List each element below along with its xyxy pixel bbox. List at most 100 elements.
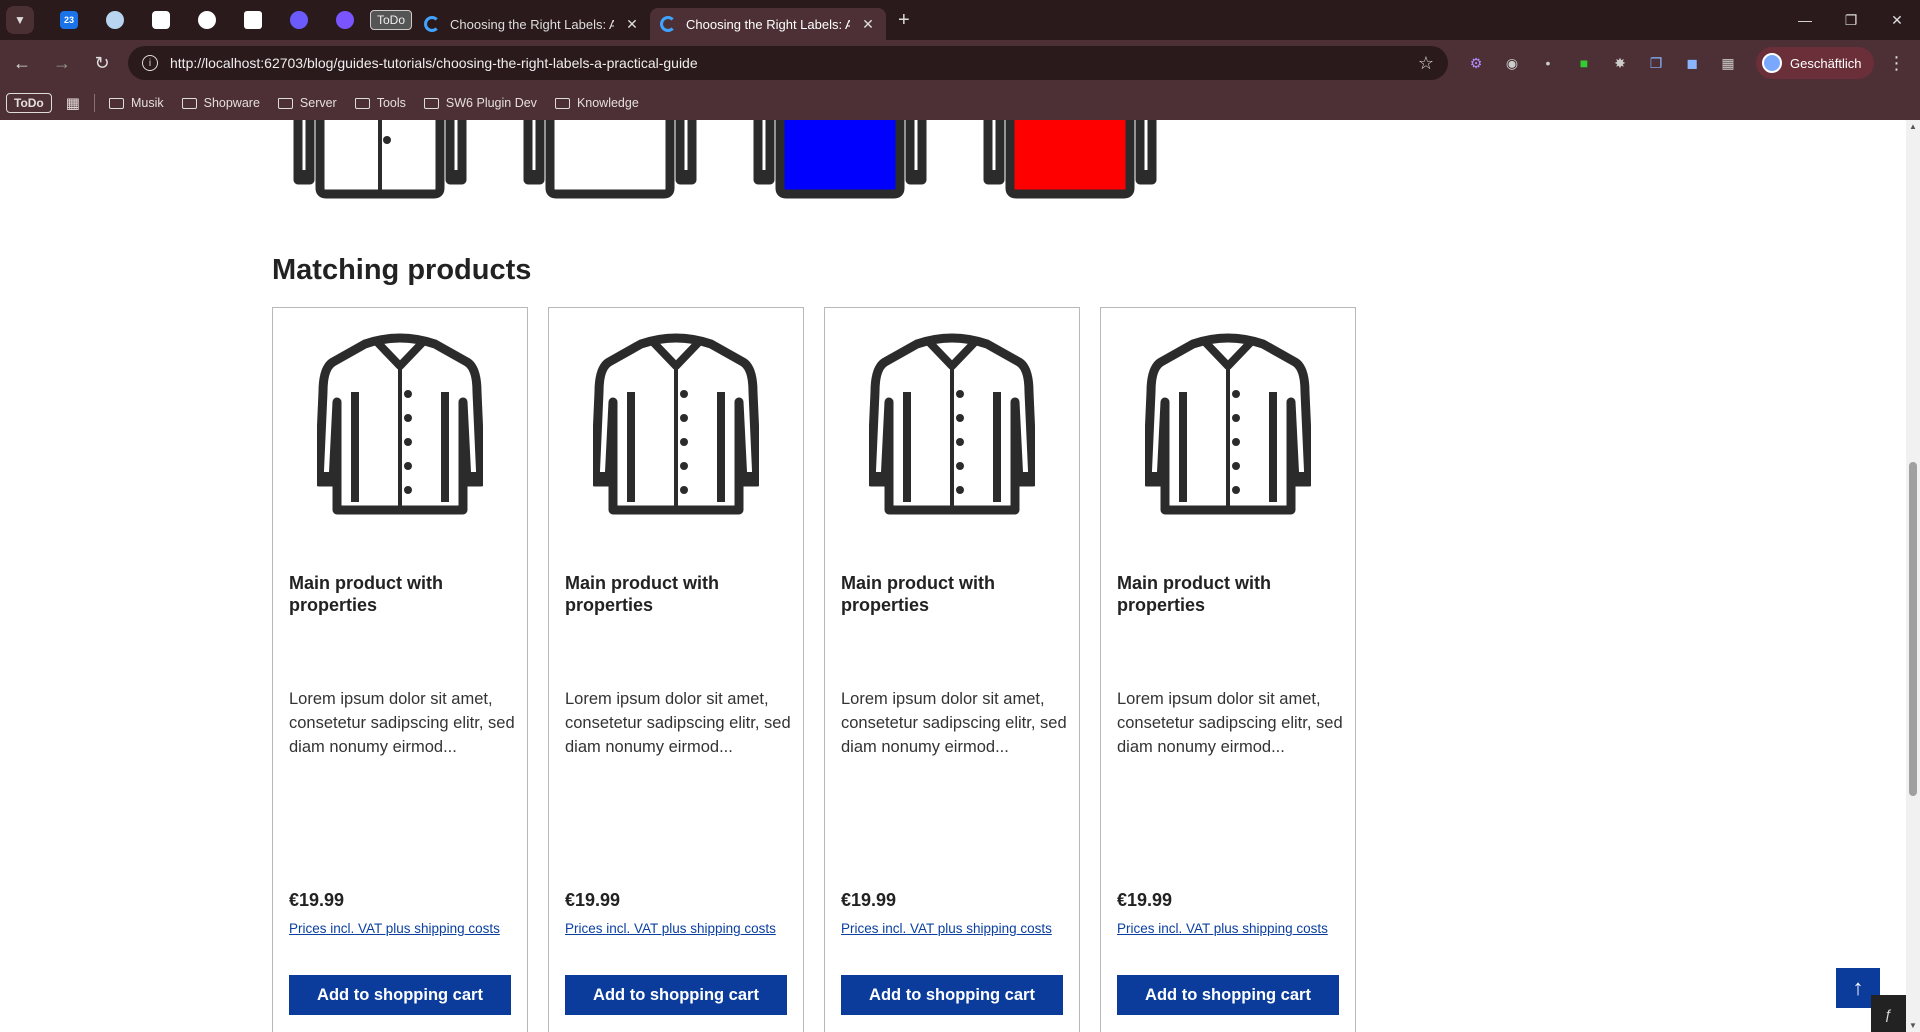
tab-close-icon[interactable]: ✕: [860, 16, 876, 33]
tab-title: Choosing the Right Labels: A Practical G…: [450, 16, 614, 32]
extension-copy-icon[interactable]: ❐: [1638, 45, 1674, 81]
product-image-jacket[interactable]: [593, 332, 759, 518]
extension-on-icon[interactable]: ■: [1566, 45, 1602, 81]
product-image-jacket[interactable]: [1145, 332, 1311, 518]
product-image-jacket[interactable]: [317, 332, 483, 518]
minimize-icon[interactable]: —: [1782, 0, 1828, 40]
bookmark-folder-sw6-plugin-dev[interactable]: SW6 Plugin Dev: [423, 96, 537, 110]
folder-icon: [354, 97, 370, 109]
restore-icon[interactable]: ❐: [1828, 0, 1874, 40]
folder-icon: [181, 97, 197, 109]
calendar-icon: 23: [60, 11, 78, 29]
bookmarks-bar: ToDo ▦ Musik Shopware Server Tools SW6 P…: [0, 86, 1920, 120]
tab-2[interactable]: Choosing the Right Labels: A Practical G…: [650, 8, 886, 40]
new-tab-plus-icon[interactable]: +: [898, 9, 910, 32]
scroll-up-icon[interactable]: ▲: [1909, 122, 1917, 131]
product-price: €19.99: [565, 890, 621, 910]
extension-gear-icon[interactable]: ⚙: [1458, 45, 1494, 81]
apps-grid-icon[interactable]: ▦: [66, 94, 80, 112]
extension-shield-icon[interactable]: ◼: [1674, 45, 1710, 81]
back-arrow-icon[interactable]: ←: [4, 45, 40, 81]
vat-shipping-link[interactable]: Prices incl. VAT plus shipping costs: [841, 918, 1061, 939]
folder-icon: [554, 97, 570, 109]
pinned-tab-todo[interactable]: ToDo: [368, 0, 414, 40]
product-card: Main product with properties Lorem ipsum…: [1100, 307, 1356, 1032]
variant-image-red[interactable]: [980, 120, 1160, 200]
add-to-cart-button[interactable]: Add to shopping cart: [565, 975, 787, 1015]
scroll-down-icon[interactable]: ▼: [1909, 1021, 1917, 1030]
pinned-tab-wordpress[interactable]: [230, 0, 276, 40]
avatar: [1762, 53, 1782, 73]
pinned-tab-notion[interactable]: [138, 0, 184, 40]
product-card: Main product with properties Lorem ipsum…: [548, 307, 804, 1032]
tab-1[interactable]: Choosing the Right Labels: A Practical G…: [414, 8, 650, 40]
variant-image-white[interactable]: [290, 120, 470, 200]
vat-shipping-link[interactable]: Prices incl. VAT plus shipping costs: [289, 918, 509, 939]
add-to-cart-button[interactable]: Add to shopping cart: [841, 975, 1063, 1015]
section-title: Matching products: [272, 254, 532, 286]
bookmark-label: Musik: [130, 96, 164, 110]
divider: [93, 94, 95, 112]
folder-icon: [277, 97, 293, 109]
browser-menu-icon[interactable]: ⋮: [1888, 53, 1906, 74]
add-to-cart-button[interactable]: Add to shopping cart: [1117, 975, 1339, 1015]
pinned-tab-drive[interactable]: [92, 0, 138, 40]
product-name[interactable]: Main product with properties: [565, 572, 785, 616]
bookmark-star-icon[interactable]: ☆: [1418, 53, 1434, 74]
github-icon: [198, 11, 216, 29]
tab-search-chevron-icon[interactable]: ▼: [6, 6, 34, 34]
notion-icon: [152, 11, 170, 29]
scrollbar-thumb[interactable]: [1909, 462, 1917, 796]
product-name[interactable]: Main product with properties: [1117, 572, 1337, 616]
site-favicon-icon: [660, 16, 676, 32]
page-scrollbar[interactable]: ▲ ▼: [1906, 120, 1920, 1032]
url-text[interactable]: http://localhost:62703/blog/guides-tutor…: [170, 55, 1406, 71]
symfony-toolbar-icon[interactable]: ƒ: [1871, 995, 1906, 1032]
window-controls: — ❐ ✕: [1782, 0, 1920, 40]
profile-button[interactable]: Geschäftlich: [1756, 47, 1874, 79]
profile-label: Geschäftlich: [1790, 55, 1862, 71]
reload-icon[interactable]: ↻: [84, 45, 120, 81]
bookmark-folder-knowledge[interactable]: Knowledge: [554, 96, 639, 110]
product-image-jacket[interactable]: [869, 332, 1035, 518]
pinned-tabs: 23 ToDo: [46, 0, 414, 40]
bookmark-folder-tools[interactable]: Tools: [354, 96, 406, 110]
tab-close-icon[interactable]: ✕: [624, 16, 640, 33]
forward-arrow-icon[interactable]: →: [44, 45, 80, 81]
add-to-cart-button[interactable]: Add to shopping cart: [289, 975, 511, 1015]
address-bar[interactable]: i http://localhost:62703/blog/guides-tut…: [128, 46, 1448, 80]
variant-images: [290, 120, 1160, 200]
bookmark-label: SW6 Plugin Dev: [445, 96, 537, 110]
pinned-tab-app[interactable]: [276, 0, 322, 40]
product-price: €19.99: [289, 890, 345, 910]
pinned-tab-github[interactable]: [184, 0, 230, 40]
product-name[interactable]: Main product with properties: [289, 572, 509, 616]
close-window-icon[interactable]: ✕: [1874, 0, 1920, 40]
extensions: ⚙ ◉ • ■ ✸ ❐ ◼ ▦: [1458, 45, 1746, 81]
bookmark-folder-musik[interactable]: Musik: [108, 96, 164, 110]
extension-bug-icon[interactable]: ✸: [1602, 45, 1638, 81]
bookmark-folder-shopware[interactable]: Shopware: [181, 96, 260, 110]
bookmark-label: Tools: [376, 96, 406, 110]
extension-drop-icon[interactable]: •: [1530, 45, 1566, 81]
folder-icon: [423, 97, 439, 109]
vat-shipping-link[interactable]: Prices incl. VAT plus shipping costs: [565, 918, 785, 939]
product-price: €19.99: [841, 890, 897, 910]
browser-toolbar: ← → ↻ i http://localhost:62703/blog/guid…: [0, 40, 1920, 86]
vat-shipping-link[interactable]: Prices incl. VAT plus shipping costs: [1117, 918, 1337, 939]
product-description: Lorem ipsum dolor sit amet, consetetur s…: [841, 690, 1067, 756]
site-info-icon[interactable]: i: [142, 55, 158, 71]
pinned-tab-calendar[interactable]: 23: [46, 0, 92, 40]
product-card: Main product with properties Lorem ipsum…: [824, 307, 1080, 1032]
bookmark-folder-server[interactable]: Server: [277, 96, 337, 110]
product-description: Lorem ipsum dolor sit amet, consetetur s…: [289, 690, 515, 756]
product-name[interactable]: Main product with properties: [841, 572, 1061, 616]
folder-icon: [108, 97, 124, 109]
bookmark-todo[interactable]: ToDo: [6, 93, 52, 113]
extensions-puzzle-icon[interactable]: ▦: [1710, 45, 1746, 81]
variant-image-blue[interactable]: [750, 120, 930, 200]
pinned-tab-app2[interactable]: [322, 0, 368, 40]
site-favicon-icon: [424, 16, 440, 32]
variant-image-white-plain[interactable]: [520, 120, 700, 200]
extension-glasses-icon[interactable]: ◉: [1494, 45, 1530, 81]
